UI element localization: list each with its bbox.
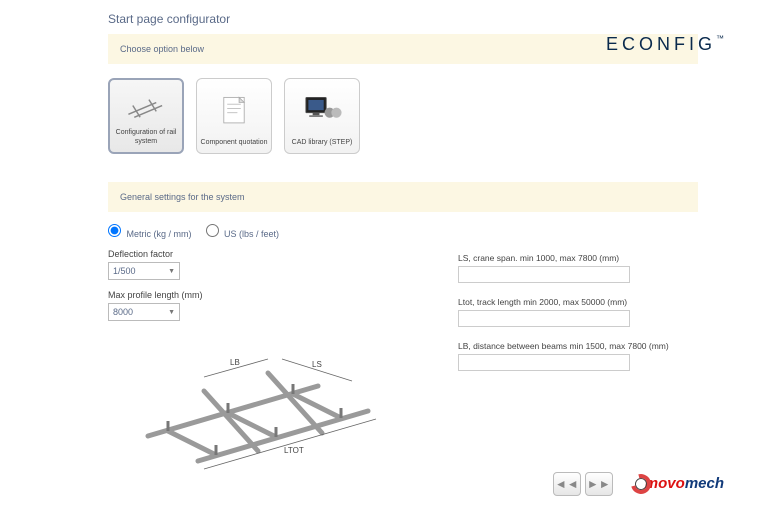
option-config-rail-system[interactable]: Configuration of rail system: [108, 78, 184, 154]
rail-system-icon: [113, 84, 179, 129]
lb-field-label: LB, distance between beams min 1500, max…: [458, 341, 698, 351]
next-button[interactable]: ►►: [585, 472, 613, 496]
document-icon: [200, 83, 268, 139]
option-label: CAD library (STEP): [292, 139, 353, 147]
movomech-logo: movomech: [631, 474, 724, 494]
units-us-option[interactable]: US (lbs / feet): [206, 224, 280, 239]
units-us-label: US (lbs / feet): [224, 229, 279, 239]
option-cards-row: Configuration of rail system Component q…: [108, 78, 698, 154]
brand-name: ECONFIG: [606, 34, 716, 54]
prev-button[interactable]: ◄◄: [553, 472, 581, 496]
diagram-label-ls: LS: [312, 360, 322, 369]
forward-icon: ►►: [587, 477, 611, 491]
max-profile-length-select[interactable]: 8000 ▼: [108, 303, 180, 321]
units-metric-label: Metric (kg / mm): [127, 229, 192, 239]
deflection-factor-value: 1/500: [113, 266, 136, 276]
ls-input[interactable]: [458, 266, 630, 283]
page-title: Start page configurator: [108, 12, 698, 26]
units-metric-radio[interactable]: [108, 224, 121, 237]
option-cad-library[interactable]: CAD library (STEP): [284, 78, 360, 154]
max-profile-length-value: 8000: [113, 307, 133, 317]
general-settings-header: General settings for the system: [108, 182, 698, 212]
ltot-input[interactable]: [458, 310, 630, 327]
rewind-icon: ◄◄: [555, 477, 579, 491]
ls-field-label: LS, crane span. min 1000, max 7800 (mm): [458, 253, 698, 263]
chevron-down-icon: ▼: [168, 309, 175, 316]
brand-tm: ™: [716, 34, 724, 43]
units-radio-group: Metric (kg / mm) US (lbs / feet): [108, 224, 698, 239]
deflection-factor-label: Deflection factor: [108, 249, 438, 259]
deflection-factor-select[interactable]: 1/500 ▼: [108, 262, 180, 280]
units-metric-option[interactable]: Metric (kg / mm): [108, 224, 192, 239]
chevron-down-icon: ▼: [168, 268, 175, 275]
option-component-quotation[interactable]: Component quotation: [196, 78, 272, 154]
rail-system-diagram: LB LS LTOT: [108, 331, 418, 491]
diagram-label-ltot: LTOT: [284, 446, 304, 455]
brand-logo: ECONFIG™: [606, 34, 724, 55]
units-us-radio[interactable]: [206, 224, 219, 237]
lb-input[interactable]: [458, 354, 630, 371]
max-profile-length-label: Max profile length (mm): [108, 290, 438, 300]
logo-text-2: mech: [685, 475, 724, 492]
option-label: Configuration of rail system: [113, 129, 179, 146]
diagram-label-lb: LB: [230, 358, 240, 367]
cad-monitor-icon: [288, 83, 356, 139]
ltot-field-label: Ltot, track length min 2000, max 50000 (…: [458, 297, 698, 307]
option-label: Component quotation: [201, 139, 268, 147]
